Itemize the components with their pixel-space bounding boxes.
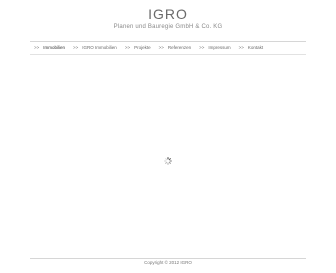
nav-item-immobilien[interactable]: >> Immobilien [34, 45, 65, 50]
nav-item-igro-immobilien[interactable]: >> IGRO Immobilien [73, 45, 117, 50]
nav-item-kontakt[interactable]: >> Kontakt [239, 45, 264, 50]
copyright-text: Copyright © 2012 IGRO [144, 260, 192, 265]
footer-divider [30, 258, 306, 259]
header-divider [30, 41, 306, 42]
nav-arrow-icon: >> [158, 45, 164, 50]
nav-arrow-icon: >> [199, 45, 205, 50]
page: IGRO Planen und Bauregie GmbH & Co. KG >… [0, 0, 336, 273]
nav-item-label: Immobilien [43, 45, 66, 50]
nav-arrow-icon: >> [124, 45, 131, 50]
nav-item-projekte[interactable]: >> Projekte [125, 45, 151, 50]
main-navigation: >> Immobilien >> IGRO Immobilien >> Proj… [34, 45, 271, 50]
nav-arrow-icon: >> [73, 45, 79, 50]
nav-item-label: Projekte [134, 45, 151, 50]
nav-item-label: IGRO Immobilien [82, 45, 117, 50]
spinner-icon [164, 157, 172, 165]
nav-arrow-icon: >> [34, 45, 40, 50]
nav-item-label: Kontakt [247, 45, 264, 50]
nav-item-referenzen[interactable]: >> Referenzen [159, 45, 192, 50]
site-tagline: Planen und Bauregie GmbH & Co. KG [113, 24, 223, 30]
site-footer: Copyright © 2012 IGRO [0, 260, 336, 265]
nav-arrow-icon: >> [238, 45, 244, 50]
site-header: IGRO Planen und Bauregie GmbH & Co. KG [0, 6, 336, 31]
nav-item-label: Impressum [208, 45, 231, 50]
nav-item-label: Referenzen [167, 45, 192, 50]
nav-item-impressum[interactable]: >> Impressum [199, 45, 231, 50]
site-logo[interactable]: IGRO [0, 6, 336, 22]
